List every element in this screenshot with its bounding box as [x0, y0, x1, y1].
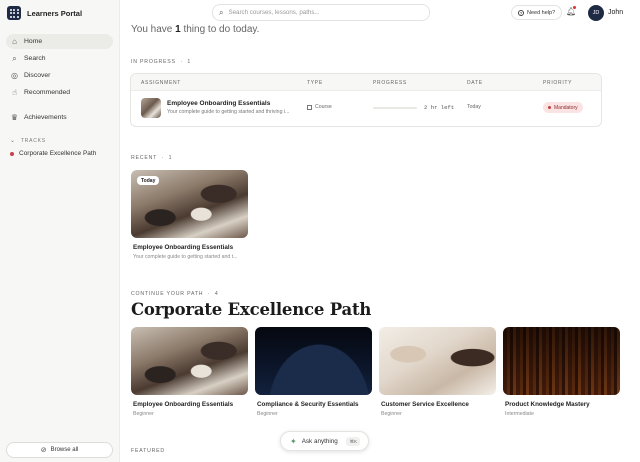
browse-all-button[interactable]: ⊘ Browse all	[6, 442, 113, 458]
recent-card[interactable]: Today Employee Onboarding Essentials You…	[131, 170, 248, 260]
search-icon: ⌕	[12, 54, 17, 63]
sidebar-item-search[interactable]: ⌕ Search	[6, 51, 113, 66]
continue-path-heading: CONTINUE YOUR PATH · 4	[131, 291, 219, 297]
ask-label: Ask anything	[301, 437, 338, 445]
browse-all-label: Browse all	[50, 447, 79, 453]
assignments-table: ASSIGNMENT TYPE PROGRESS DATE PRIORITY E…	[130, 73, 602, 127]
course-image: Today	[131, 170, 248, 238]
card-subtitle: Your complete guide to getting started a…	[133, 254, 238, 260]
section-count: 4	[214, 291, 219, 297]
track-color-dot	[10, 151, 14, 156]
sidebar-item-achievements[interactable]: ♛ Achievements	[6, 110, 113, 125]
section-label: IN PROGRESS	[131, 59, 176, 65]
badge-label: Mandatory	[554, 104, 578, 111]
course-thumbnail	[141, 98, 161, 118]
compass-icon: ⊘	[40, 447, 47, 454]
need-help-label: Need help?	[527, 9, 556, 16]
card-title: Employee Onboarding Essentials	[133, 401, 234, 408]
question-icon: ?	[518, 9, 524, 16]
table-header: ASSIGNMENT TYPE PROGRESS DATE PRIORITY	[131, 74, 601, 91]
sidebar-item-recommended[interactable]: ☝ Recommended	[6, 85, 113, 100]
trophy-icon: ♛	[10, 113, 19, 122]
card-title: Customer Service Excellence	[381, 401, 469, 408]
section-count: 1	[168, 155, 173, 161]
section-label: CONTINUE YOUR PATH	[131, 291, 204, 297]
search-icon: ⌕	[219, 7, 224, 17]
course-card[interactable]: Employee Onboarding Essentials Beginner	[131, 327, 248, 417]
card-level: Beginner	[381, 411, 402, 417]
featured-heading: FEATURED	[131, 448, 165, 454]
thumbs-up-icon: ☝	[12, 88, 17, 97]
column-header-progress[interactable]: PROGRESS	[373, 80, 407, 86]
assignment-type: Course	[307, 104, 332, 110]
time-left: 2 hr left	[424, 104, 455, 111]
search-input[interactable]	[228, 9, 409, 16]
today-chip: Today	[137, 176, 160, 185]
tracks-toggle[interactable]: ⌄ TRACKS	[10, 137, 109, 145]
sidebar-item-label: Discover	[24, 72, 51, 79]
brand[interactable]: Learners Portal	[0, 0, 119, 26]
compass-icon: ◎	[11, 71, 18, 80]
track-label: Corporate Excellence Path	[19, 150, 97, 157]
need-help-button[interactable]: ? Need help?	[511, 5, 563, 20]
card-title: Compliance & Security Essentials	[257, 401, 359, 408]
shortcut-hint: ⌘K	[346, 437, 360, 446]
avatar[interactable]: JD	[588, 5, 604, 21]
course-card[interactable]: Product Knowledge Mastery Intermediate	[503, 327, 620, 417]
column-header-assignment[interactable]: ASSIGNMENT	[141, 80, 181, 86]
greeting-suffix: thing to do today.	[180, 24, 260, 35]
sidebar-item-label: Home	[24, 38, 43, 45]
column-header-priority[interactable]: PRIORITY	[543, 80, 572, 86]
section-count: 1	[187, 59, 192, 65]
home-icon: ⌂	[12, 37, 17, 46]
badge-dot	[548, 106, 551, 109]
chevron-down-icon: ⌄	[10, 138, 16, 144]
status-badge: Mandatory	[543, 102, 583, 113]
section-label: RECENT	[131, 155, 158, 161]
sparkle-icon: ✦	[290, 436, 297, 446]
notification-dot	[573, 6, 576, 9]
course-icon	[307, 104, 312, 110]
course-card[interactable]: Compliance & Security Essentials Beginne…	[255, 327, 372, 417]
card-level: Beginner	[133, 411, 154, 417]
course-card[interactable]: Customer Service Excellence Beginner	[379, 327, 496, 417]
sidebar-track-corporate-excellence[interactable]: Corporate Excellence Path	[10, 150, 109, 157]
card-level: Intermediate	[505, 411, 534, 417]
sidebar-item-label: Achievements	[24, 114, 67, 121]
course-image	[131, 327, 248, 395]
sidebar-item-discover[interactable]: ◎ Discover	[6, 68, 113, 83]
progress-bar	[373, 107, 417, 109]
track-title: Corporate Excellence Path	[131, 300, 372, 319]
column-header-type[interactable]: TYPE	[307, 80, 323, 86]
greeting-prefix: You have	[131, 24, 176, 35]
type-label: Course	[315, 104, 332, 110]
page-greeting: You have 1 thing to do today.	[131, 24, 259, 35]
assignment-title: Employee Onboarding Essentials	[167, 100, 271, 107]
sidebar: Learners Portal ⌂ Home ⌕ Search ◎ Discov…	[0, 0, 120, 462]
table-row[interactable]: Employee Onboarding Essentials Your comp…	[131, 91, 601, 126]
grid-logo-icon	[7, 6, 21, 20]
course-image	[503, 327, 620, 395]
recent-heading: RECENT · 1	[131, 155, 173, 161]
column-header-date[interactable]: DATE	[467, 80, 483, 86]
assignment-date: Today	[467, 104, 481, 110]
search-bar[interactable]: ⌕	[212, 4, 430, 21]
ask-anything-button[interactable]: ✦ Ask anything ⌘K	[280, 431, 369, 451]
assignment-subtitle: Your complete guide to getting started a…	[167, 109, 290, 115]
sidebar-nav: ⌂ Home ⌕ Search ◎ Discover ☝ Recommended…	[0, 34, 119, 125]
course-image	[255, 327, 372, 395]
brand-name: Learners Portal	[27, 8, 83, 18]
course-image	[379, 327, 496, 395]
sidebar-item-label: Recommended	[24, 89, 71, 96]
card-level: Beginner	[257, 411, 278, 417]
user-name[interactable]: John	[608, 9, 623, 16]
tracks-heading: TRACKS	[20, 137, 46, 144]
card-title: Employee Onboarding Essentials	[133, 244, 234, 251]
in-progress-heading: IN PROGRESS · 1	[131, 59, 192, 65]
card-title: Product Knowledge Mastery	[505, 401, 590, 408]
sidebar-item-label: Search	[24, 55, 46, 62]
sidebar-item-home[interactable]: ⌂ Home	[6, 34, 113, 49]
